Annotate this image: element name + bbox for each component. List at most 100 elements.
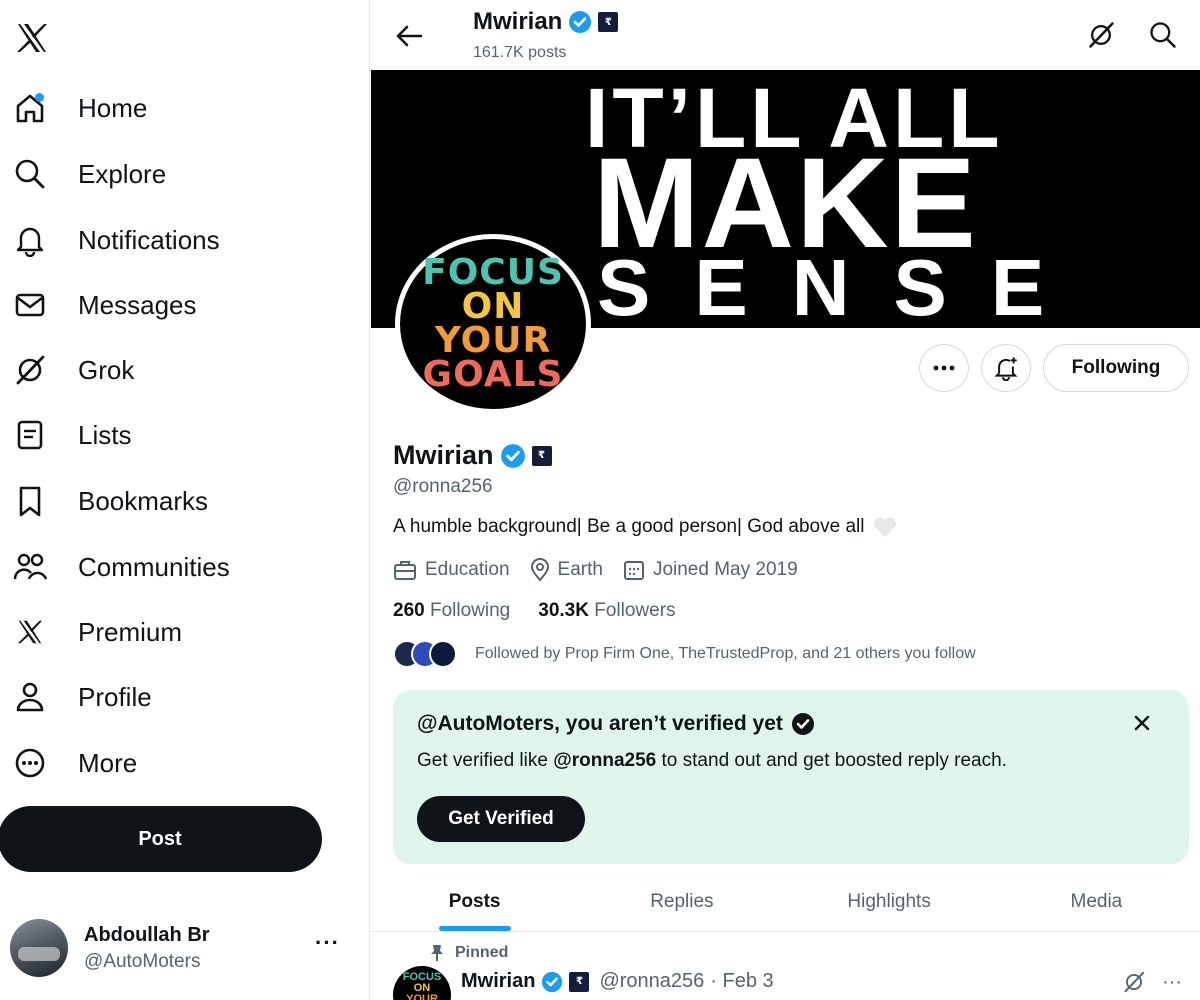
post-date[interactable]: · Feb 3	[710, 970, 773, 993]
sidebar-item-label: Premium	[78, 616, 183, 647]
sidebar-item-explore[interactable]: Explore	[10, 148, 166, 200]
x-logo-icon[interactable]	[12, 18, 52, 58]
post-author-name[interactable]: Mwirian	[461, 970, 535, 993]
list-icon	[10, 415, 50, 455]
sidebar-item-grok[interactable]: Grok	[10, 344, 134, 396]
following-label: Following	[429, 600, 511, 621]
post-button[interactable]: Post	[0, 806, 322, 872]
sidebar-item-label: Home	[78, 92, 148, 123]
sidebar-item-bookmarks[interactable]: Bookmarks	[10, 475, 208, 527]
sidebar-item-home[interactable]: Home	[10, 82, 147, 134]
verify-text-end: to stand out and get boosted reply reach…	[656, 750, 1007, 771]
sidebar-item-notifications[interactable]: Notifications	[10, 214, 220, 266]
profile-handle: @ronna256	[393, 476, 493, 497]
more-options-button[interactable]	[919, 344, 969, 392]
sidebar-item-label: Grok	[78, 354, 135, 385]
bell-icon	[10, 220, 50, 260]
sidebar-item-label: More	[78, 747, 138, 778]
profile-tabs: Posts Replies Highlights Media	[371, 872, 1200, 932]
search-icon[interactable]	[1148, 20, 1178, 50]
sidebar-item-profile[interactable]: Profile	[10, 671, 152, 723]
profile-header-bar: Mwirian ₹ 161.7K posts	[371, 0, 1200, 70]
envelope-icon	[10, 285, 50, 325]
post-author-handle: @ronna256	[599, 970, 705, 992]
sidebar-item-lists[interactable]: Lists	[10, 409, 131, 461]
close-icon[interactable]	[1129, 710, 1155, 736]
grok-icon	[10, 350, 50, 390]
verify-text: Get verified like	[417, 750, 554, 771]
avatar-text: ON	[461, 286, 525, 327]
verification-prompt: @AutoMoters, you aren’t verified yet Get…	[393, 690, 1189, 864]
header-name: Mwirian	[473, 8, 563, 35]
affiliate-badge-icon[interactable]: ₹	[531, 445, 552, 466]
calendar-icon	[623, 559, 645, 581]
following-link[interactable]: 260 Following	[393, 600, 510, 622]
verified-seal-icon	[791, 712, 815, 736]
sidebar-item-messages[interactable]: Messages	[10, 279, 197, 331]
search-icon	[10, 154, 50, 194]
avatar	[429, 640, 457, 668]
profile-avatar[interactable]: FOCUS ON YOUR GOALS	[395, 234, 591, 414]
bell-plus-icon	[994, 357, 1018, 381]
sidebar-item-premium[interactable]: Premium	[10, 606, 182, 658]
post-count: 161.7K posts	[473, 44, 567, 61]
tab-highlights[interactable]: Highlights	[786, 872, 993, 931]
sidebar-item-label: Notifications	[78, 224, 220, 255]
notify-button[interactable]	[981, 344, 1031, 392]
account-switcher[interactable]: Abdoullah Br @AutoMoters ···	[10, 918, 360, 978]
person-icon	[10, 677, 50, 717]
location-pin-icon	[530, 558, 550, 582]
followers-count: 30.3K	[538, 600, 589, 621]
tab-posts[interactable]: Posts	[371, 872, 578, 931]
followers-link[interactable]: 30.3K Followers	[538, 600, 675, 622]
tab-replies[interactable]: Replies	[578, 872, 785, 931]
grok-icon[interactable]	[1086, 20, 1116, 50]
sidebar-item-more[interactable]: More	[10, 737, 137, 789]
pin-icon	[429, 944, 445, 962]
followers-label: Followers	[594, 600, 676, 621]
account-handle: @AutoMoters	[84, 950, 201, 972]
more-icon[interactable]: ···	[1162, 971, 1182, 994]
avatar-text: FOCUS	[422, 252, 564, 293]
verified-badge-icon	[568, 10, 592, 34]
more-circle-icon	[10, 743, 50, 783]
verify-handle: @ronna256	[553, 750, 657, 771]
verified-badge-icon	[541, 971, 563, 993]
notification-dot	[35, 93, 44, 102]
account-name: Abdoullah Br	[84, 923, 210, 946]
more-icon[interactable]: ···	[315, 930, 340, 956]
tab-media[interactable]: Media	[993, 872, 1200, 931]
sidebar-item-communities[interactable]: Communities	[10, 541, 230, 593]
sidebar-item-label: Profile	[78, 681, 152, 712]
verified-badge-icon	[500, 443, 526, 469]
avatar-text: YOUR	[434, 320, 552, 361]
sidebar-item-label: Explore	[78, 158, 167, 189]
affiliate-badge-icon: ₹	[598, 12, 619, 32]
profile-joined: Joined May 2019	[652, 559, 798, 580]
followed-by[interactable]: Followed by Prop Firm One, TheTrustedPro…	[393, 640, 976, 668]
profile-name: Mwirian	[393, 440, 494, 470]
affiliate-badge-icon: ₹	[569, 971, 590, 992]
followed-by-text: Followed by Prop Firm One, TheTrustedPro…	[475, 645, 976, 662]
avatar[interactable]: FOCUS ON YOUR	[393, 966, 451, 1000]
sidebar-item-label: Messages	[78, 289, 197, 320]
verify-title: @AutoMoters, you aren’t verified yet	[417, 712, 783, 735]
back-arrow-icon[interactable]	[393, 20, 425, 52]
banner-line-3: SENSE	[597, 243, 1089, 328]
following-count: 260	[393, 600, 425, 621]
home-icon	[10, 88, 50, 128]
get-verified-button[interactable]: Get Verified	[417, 796, 585, 842]
bookmark-icon	[10, 481, 50, 521]
following-button[interactable]: Following	[1043, 344, 1189, 392]
profile-category: Education	[425, 559, 510, 580]
profile-column: Mwirian ₹ 161.7K posts IT’LL ALL MAKE SE…	[371, 0, 1200, 1000]
sidebar-item-label: Communities	[78, 551, 230, 582]
sidebar: Home Explore Notifications Messages Grok…	[0, 0, 370, 1000]
avatar-text: GOALS	[422, 354, 564, 395]
grok-icon[interactable]	[1122, 970, 1146, 994]
heart-icon	[872, 516, 898, 538]
communities-icon	[10, 547, 50, 587]
profile-location: Earth	[557, 559, 603, 580]
more-icon	[933, 365, 955, 371]
profile-bio: A humble background| Be a good person| G…	[393, 516, 865, 537]
